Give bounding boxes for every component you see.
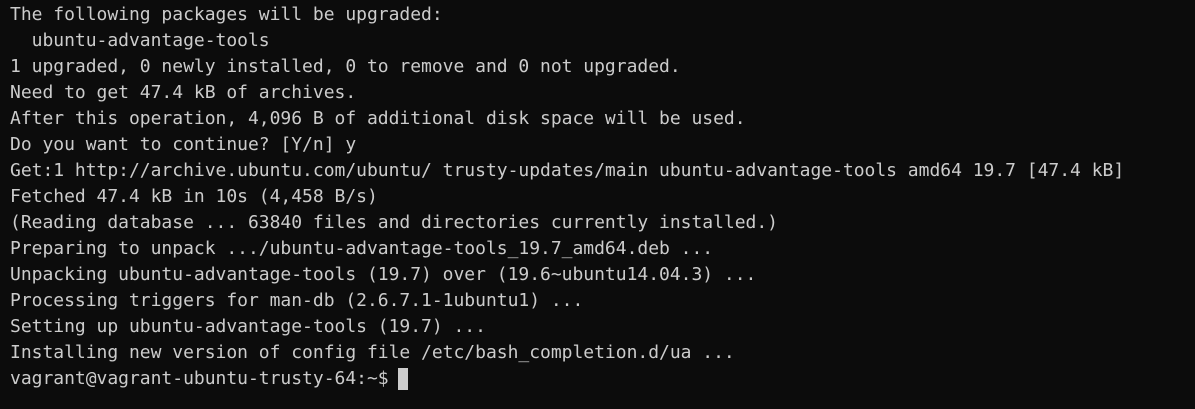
shell-prompt: vagrant@vagrant-ubuntu-trusty-64:~$ <box>10 368 389 389</box>
output-line: ubuntu-advantage-tools <box>10 30 270 51</box>
terminal-window[interactable]: The following packages will be upgraded:… <box>0 0 1195 409</box>
shell-prompt-line[interactable]: vagrant@vagrant-ubuntu-trusty-64:~$ <box>10 366 1195 392</box>
output-line: Do you want to continue? [Y/n] y <box>10 134 357 155</box>
output-line: Setting up ubuntu-advantage-tools (19.7)… <box>10 316 486 337</box>
output-line: Fetched 47.4 kB in 10s (4,458 B/s) <box>10 186 378 207</box>
output-line: (Reading database ... 63840 files and di… <box>10 212 779 233</box>
output-line: The following packages will be upgraded: <box>10 4 443 25</box>
output-line: Get:1 http://archive.ubuntu.com/ubuntu/ … <box>10 160 1125 181</box>
output-line: Processing triggers for man-db (2.6.7.1-… <box>10 290 584 311</box>
text-cursor <box>397 368 408 390</box>
output-line: Need to get 47.4 kB of archives. <box>10 82 357 103</box>
output-line: Preparing to unpack .../ubuntu-advantage… <box>10 238 714 259</box>
output-line: Installing new version of config file /e… <box>10 342 735 363</box>
output-line: After this operation, 4,096 B of additio… <box>10 108 746 129</box>
output-line: Unpacking ubuntu-advantage-tools (19.7) … <box>10 264 757 285</box>
output-line: 1 upgraded, 0 newly installed, 0 to remo… <box>10 56 681 77</box>
